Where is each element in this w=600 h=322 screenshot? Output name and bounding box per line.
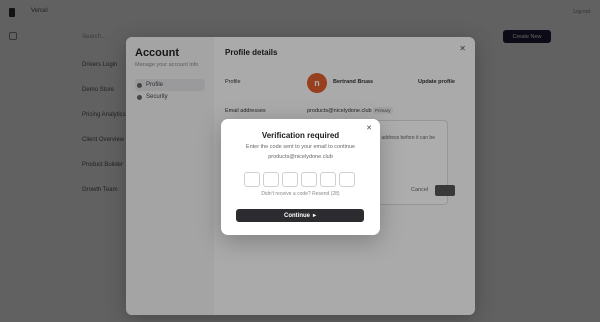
code-digit-input[interactable] xyxy=(301,172,317,187)
code-digit-input[interactable] xyxy=(339,172,355,187)
arrow-right-icon: ▸ xyxy=(312,213,316,219)
code-digit-input[interactable] xyxy=(244,172,260,187)
code-digit-input[interactable] xyxy=(320,172,336,187)
code-input-group xyxy=(244,172,355,187)
verification-dialog: ✕ Verification required Enter the code s… xyxy=(221,119,380,235)
email-address: products@nicelydone.club xyxy=(268,153,333,160)
dialog-title: Verification required xyxy=(261,131,340,140)
code-digit-input[interactable] xyxy=(263,172,279,187)
resend-link[interactable]: Didn't receive a code? Resend (28) xyxy=(221,191,380,197)
dialog-description: Enter the code sent to your email to con… xyxy=(221,143,380,162)
continue-label: Continue xyxy=(283,212,310,219)
code-digit-input[interactable] xyxy=(282,172,298,187)
description-line: Enter the code sent to your email to con… xyxy=(245,144,356,150)
continue-button[interactable]: Continue ▸ xyxy=(236,209,364,222)
